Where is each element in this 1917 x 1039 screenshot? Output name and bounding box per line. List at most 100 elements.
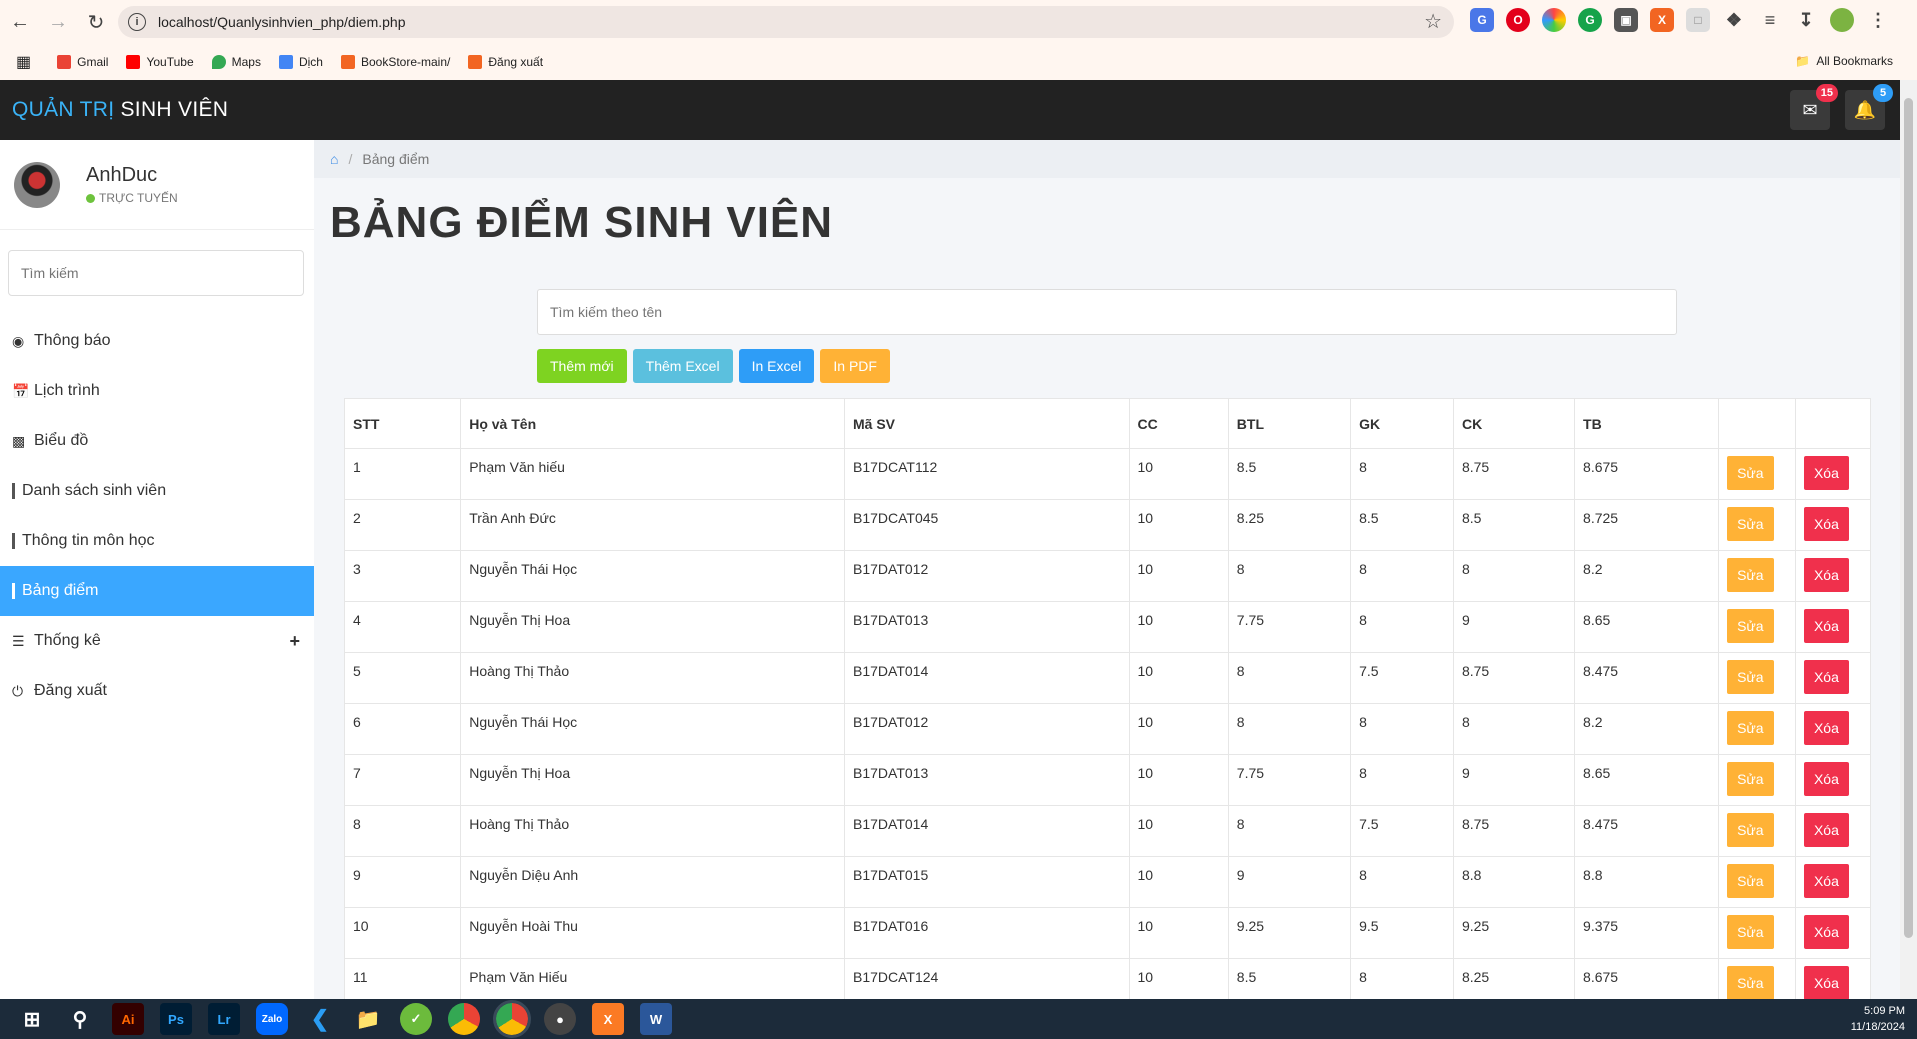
table-cell: 8.25 [1227, 499, 1352, 551]
delete-button[interactable]: Xóa [1803, 609, 1849, 643]
delete-button[interactable]: Xóa [1803, 864, 1849, 898]
column-header[interactable]: GK [1350, 398, 1454, 449]
chrome-icon[interactable] [448, 1003, 480, 1035]
export-excel-button[interactable]: In Excel [738, 349, 815, 383]
edit-button[interactable]: Sửa [1727, 609, 1774, 643]
delete-button[interactable]: Xóa [1803, 558, 1849, 592]
column-header[interactable]: TB [1574, 398, 1720, 449]
edit-button[interactable]: Sửa [1727, 762, 1774, 796]
file-explorer-icon[interactable]: 📁 [352, 1003, 384, 1035]
column-header[interactable]: Mã SV [844, 398, 1130, 449]
opera-extension-icon[interactable]: O [1506, 8, 1530, 32]
bookmark-star-icon[interactable]: ☆ [1424, 9, 1442, 34]
address-url[interactable]: localhost/Quanlysinhvien_php/diem.php [158, 14, 406, 30]
lightroom-icon[interactable]: Lr [208, 1003, 240, 1035]
translate-extension-icon[interactable]: G [1470, 8, 1494, 32]
column-header[interactable]: CK [1452, 398, 1576, 449]
delete-button[interactable]: Xóa [1803, 507, 1849, 541]
edit-button[interactable]: Sửa [1727, 966, 1774, 999]
sidebar-item-statistics[interactable]: ☰ Thống kê + [0, 616, 314, 666]
edit-button[interactable]: Sửa [1727, 558, 1774, 592]
column-header [1794, 398, 1872, 449]
doc-extension-icon[interactable]: □ [1686, 8, 1710, 32]
sidebar-item-notifications[interactable]: ◉ Thông báo [0, 316, 314, 366]
column-header[interactable]: Họ và Tên [460, 398, 845, 449]
word-icon[interactable]: W [640, 1003, 672, 1035]
media-queue-icon[interactable]: ≡ [1758, 8, 1782, 32]
vscode-icon[interactable]: ❮ [304, 1003, 336, 1035]
grammarly-extension-icon[interactable]: G [1578, 8, 1602, 32]
edit-button[interactable]: Sửa [1727, 660, 1774, 694]
edit-button[interactable]: Sửa [1727, 507, 1774, 541]
windows-start-icon[interactable]: ⊞ [16, 1003, 48, 1035]
sidebar-item-grades[interactable]: Bảng điểm [0, 566, 314, 616]
chrome-active-icon[interactable] [493, 1000, 531, 1038]
delete-button[interactable]: Xóa [1803, 762, 1849, 796]
add-excel-button[interactable]: Thêm Excel [632, 349, 733, 383]
edit-button[interactable]: Sửa [1727, 813, 1774, 847]
expand-plus-icon[interactable]: + [289, 631, 300, 652]
edit-button[interactable]: Sửa [1727, 456, 1774, 490]
address-bar[interactable]: i localhost/Quanlysinhvien_php/diem.php … [118, 6, 1454, 38]
sidebar-item-subjects[interactable]: Thông tin môn học [0, 516, 314, 566]
brand-logo[interactable]: QUẢN TRỊ SINH VIÊN [12, 98, 228, 122]
delete-button[interactable]: Xóa [1803, 711, 1849, 745]
app-icon[interactable]: ✓ [400, 1003, 432, 1035]
xampp-extension-icon[interactable]: X [1650, 8, 1674, 32]
delete-button[interactable]: Xóa [1803, 660, 1849, 694]
site-info-icon[interactable]: i [128, 13, 146, 31]
download-icon[interactable]: ↧ [1794, 8, 1818, 32]
back-icon[interactable]: ← [2, 4, 38, 40]
table-cell: B17DAT014 [844, 805, 1130, 857]
column-header[interactable]: CC [1128, 398, 1229, 449]
sidebar-item-logout[interactable]: ⏻ Đăng xuất [0, 666, 314, 716]
obs-icon[interactable]: ● [544, 1003, 576, 1035]
bookmark-maps[interactable]: Maps [211, 55, 261, 69]
edit-cell: Sửa [1718, 856, 1796, 908]
sidebar-item-chart[interactable]: ▩ Biểu đồ [0, 416, 314, 466]
edit-button[interactable]: Sửa [1727, 915, 1774, 949]
mail-button[interactable]: ✉ 15 [1790, 84, 1838, 130]
export-pdf-button[interactable]: In PDF [820, 349, 890, 383]
zalo-icon[interactable]: Zalo [256, 1003, 288, 1035]
bookmark-bookstore[interactable]: BookStore-main/ [340, 55, 450, 69]
sidebar-item-schedule[interactable]: 📅 Lịch trình [0, 366, 314, 416]
illustrator-icon[interactable]: Ai [112, 1003, 144, 1035]
edit-cell: Sửa [1718, 805, 1796, 857]
apps-grid-icon[interactable]: ▦ [16, 52, 31, 72]
bookmark-translate[interactable]: Dịch [278, 55, 323, 69]
sidebar-search-input[interactable] [8, 250, 304, 296]
photoshop-icon[interactable]: Ps [160, 1003, 192, 1035]
reload-icon[interactable]: ↻ [78, 4, 114, 40]
system-clock[interactable]: 5:09 PM 11/18/2024 [1851, 1003, 1905, 1035]
forward-icon[interactable]: → [40, 4, 76, 40]
add-new-button[interactable]: Thêm mới [537, 349, 627, 383]
color-extension-icon[interactable] [1542, 8, 1566, 32]
page-scrollbar[interactable] [1900, 80, 1917, 999]
bookmark-youtube[interactable]: YouTube [126, 55, 194, 69]
all-bookmarks[interactable]: 📁 All Bookmarks [1795, 54, 1893, 68]
column-header[interactable]: BTL [1227, 398, 1352, 449]
search-icon[interactable]: ⚲ [64, 1003, 96, 1035]
delete-button[interactable]: Xóa [1803, 813, 1849, 847]
bookmark-gmail[interactable]: Gmail [57, 55, 108, 69]
delete-button[interactable]: Xóa [1803, 966, 1849, 999]
bookmark-logout[interactable]: Đăng xuất [468, 55, 543, 69]
power-icon: ⏻ [12, 682, 24, 699]
puzzle-extensions-icon[interactable]: ❖ [1722, 8, 1746, 32]
sidebar-item-students[interactable]: Danh sách sinh viên [0, 466, 314, 516]
browser-menu-icon[interactable]: ⋮ [1866, 8, 1890, 32]
edit-cell: Sửa [1718, 448, 1796, 500]
notification-button[interactable]: 🔔 5 [1845, 84, 1893, 130]
profile-avatar[interactable] [1830, 8, 1854, 32]
name-search-input[interactable] [537, 289, 1677, 335]
edit-button[interactable]: Sửa [1727, 711, 1774, 745]
scrollbar-thumb[interactable] [1904, 98, 1913, 938]
image-extension-icon[interactable]: ▣ [1614, 8, 1638, 32]
delete-button[interactable]: Xóa [1803, 915, 1849, 949]
home-icon[interactable]: ⌂ [330, 151, 338, 167]
edit-button[interactable]: Sửa [1727, 864, 1774, 898]
delete-button[interactable]: Xóa [1803, 456, 1849, 490]
column-header[interactable]: STT [343, 398, 462, 449]
xampp-icon[interactable]: X [592, 1003, 624, 1035]
